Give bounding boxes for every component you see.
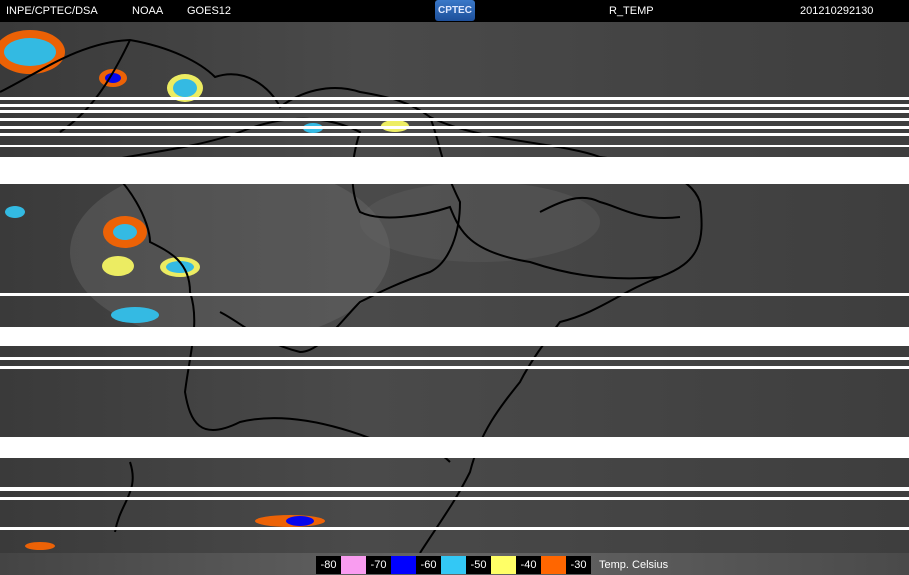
legend-swatch-pink <box>341 556 366 574</box>
data-gap-stripe <box>0 110 909 113</box>
legend-swatch-yellow <box>491 556 516 574</box>
data-gap-stripe <box>0 145 909 147</box>
header-bar: INPE/CPTEC/DSA NOAA GOES12 CPTEC R_TEMP … <box>0 0 909 22</box>
legend-label: -70 <box>366 556 391 574</box>
data-gap-stripe <box>0 104 909 107</box>
data-gap-stripe <box>0 487 909 491</box>
satellite-label: GOES12 <box>187 5 232 17</box>
product-label: R_TEMP <box>609 5 654 17</box>
data-gap-stripe <box>0 157 909 184</box>
data-gap-stripe <box>0 118 909 121</box>
data-gap-stripe <box>0 357 909 360</box>
legend-swatch-cyan <box>441 556 466 574</box>
timestamp-label: 201210292130 <box>800 5 874 17</box>
map-overlay <box>0 30 703 553</box>
legend-swatch-orange <box>541 556 566 574</box>
legend-label: -50 <box>466 556 491 574</box>
source-label: INPE/CPTEC/DSA <box>6 5 98 17</box>
data-gap-stripe <box>0 97 909 100</box>
cptec-logo: CPTEC <box>435 0 475 21</box>
legend-label: -30 <box>566 556 591 574</box>
legend-title: Temp. Celsius <box>599 559 669 571</box>
legend-label: -60 <box>416 556 441 574</box>
legend-swatch-blue <box>391 556 416 574</box>
cloud-areas <box>0 30 600 550</box>
satellite-image <box>0 22 909 553</box>
agency-label: NOAA <box>132 5 164 17</box>
data-gap-stripe <box>0 126 909 129</box>
legend-label: -40 <box>516 556 541 574</box>
data-gap-stripe <box>0 497 909 500</box>
data-gap-stripe <box>0 366 909 369</box>
data-gap-stripe <box>0 527 909 530</box>
temperature-legend: -80 -70 -60 -50 -40 -30 Temp. Celsius <box>316 556 668 574</box>
data-gap-stripe <box>0 327 909 346</box>
data-gap-stripe <box>0 293 909 296</box>
data-gap-stripe <box>0 133 909 136</box>
legend-label: -80 <box>316 556 341 574</box>
data-gap-stripe <box>0 437 909 458</box>
